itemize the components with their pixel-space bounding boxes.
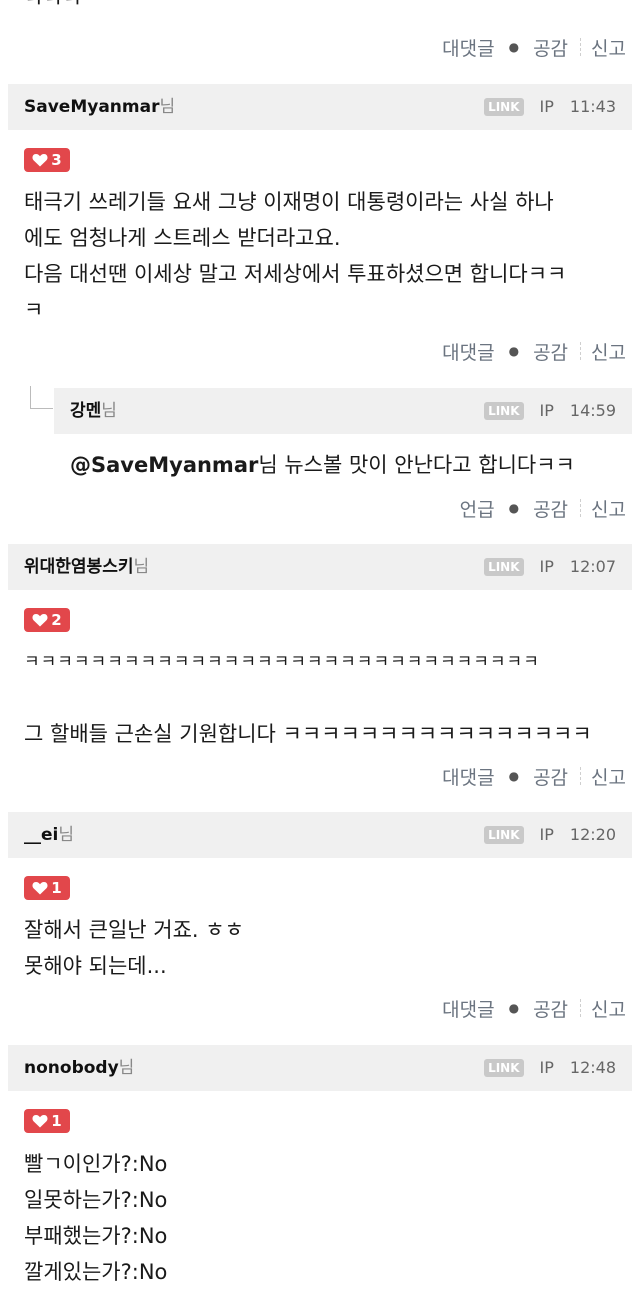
report-button[interactable]: 신고 bbox=[591, 34, 626, 61]
ip-label: IP bbox=[539, 1058, 554, 1077]
like-button[interactable]: 공감 bbox=[533, 338, 568, 365]
comment-text: 에도 엄청나게 스트레스 받더라고요. bbox=[24, 226, 341, 250]
heart-icon bbox=[32, 882, 48, 895]
mention-link[interactable]: @SaveMyanmar bbox=[70, 453, 258, 477]
like-button[interactable]: 공감 bbox=[533, 763, 568, 790]
divider bbox=[580, 999, 582, 1017]
heart-icon bbox=[32, 1115, 48, 1128]
like-button[interactable]: 공감 bbox=[533, 495, 568, 522]
ip-label: IP bbox=[539, 825, 554, 844]
like-count: 3 bbox=[51, 151, 62, 169]
like-count: 2 bbox=[51, 611, 62, 629]
like-badge: 3 bbox=[24, 148, 70, 172]
divider bbox=[580, 38, 582, 56]
timestamp: 11:43 bbox=[569, 97, 616, 116]
comment-header: __ei님 LINK IP 12:20 bbox=[8, 812, 632, 858]
ip-label: IP bbox=[539, 97, 554, 116]
timestamp: 12:20 bbox=[569, 825, 616, 844]
divider bbox=[580, 767, 582, 785]
comment-header: 위대한염봉스키님 LINK IP 12:07 bbox=[8, 544, 632, 590]
comment-actions: 대댓글 ● 공감 신고 bbox=[442, 32, 626, 62]
like-button[interactable]: 공감 bbox=[533, 34, 568, 61]
comment-text: 그 할배들 근손실 기원합니다 ㅋㅋㅋㅋㅋㅋㅋㅋㅋㅋㅋㅋㅋㅋㅋㅋ bbox=[24, 722, 592, 746]
like-badge: 1 bbox=[24, 876, 70, 900]
reply-button[interactable]: 대댓글 bbox=[442, 995, 494, 1022]
like-count: 1 bbox=[51, 879, 62, 897]
link-button[interactable]: LINK bbox=[484, 558, 524, 576]
comment-header: nonobody님 LINK IP 12:48 bbox=[8, 1045, 632, 1091]
comment-text: 부패했는가?:No bbox=[24, 1224, 168, 1248]
comment-text: 일못하는가?:No bbox=[24, 1188, 168, 1212]
comment-meta: LINK IP 12:20 bbox=[484, 812, 616, 858]
report-button[interactable]: 신고 bbox=[591, 338, 626, 365]
comment-author[interactable]: SaveMyanmar님 bbox=[24, 84, 175, 130]
like-button[interactable]: 공감 bbox=[533, 995, 568, 1022]
comment-author[interactable]: 위대한염봉스키님 bbox=[24, 544, 149, 590]
link-button[interactable]: LINK bbox=[484, 98, 524, 116]
report-button[interactable]: 신고 bbox=[591, 495, 626, 522]
reply-button[interactable]: 대댓글 bbox=[442, 763, 494, 790]
comment-text: ㅋㅋㅋㅋㅋㅋㅋㅋㅋㅋㅋㅋㅋㅋㅋㅋㅋㅋㅋㅋㅋㅋㅋㅋㅋㅋㅋㅋㅋㅋㅋ bbox=[24, 652, 540, 672]
timestamp: 14:59 bbox=[569, 401, 616, 420]
comment-text: 못해야 되는데... bbox=[24, 954, 167, 978]
reply-header: 강멘님 LINK IP 14:59 bbox=[54, 388, 632, 434]
comment-author[interactable]: 강멘님 bbox=[70, 388, 117, 434]
reply-button[interactable]: 대댓글 bbox=[442, 338, 494, 365]
comment-text: 빨ㄱ이인가?:No bbox=[24, 1152, 168, 1176]
ip-label: IP bbox=[539, 401, 554, 420]
comment-text: 태극기 쓰레기들 요새 그냥 이재명이 대통령이라는 사실 하나 bbox=[24, 190, 554, 214]
comment-author[interactable]: nonobody님 bbox=[24, 1045, 134, 1091]
mention-button[interactable]: 언급 bbox=[460, 495, 495, 522]
heart-icon bbox=[32, 154, 48, 167]
separator-dot: ● bbox=[508, 40, 520, 54]
link-button[interactable]: LINK bbox=[484, 826, 524, 844]
heart-icon bbox=[32, 614, 48, 627]
like-count: 1 bbox=[51, 1112, 62, 1130]
link-button[interactable]: LINK bbox=[484, 1059, 524, 1077]
report-button[interactable]: 신고 bbox=[591, 995, 626, 1022]
like-badge: 2 bbox=[24, 608, 70, 632]
comment-meta: LINK IP 14:59 bbox=[484, 388, 616, 434]
comment-author[interactable]: __ei님 bbox=[24, 812, 74, 858]
separator-dot: ● bbox=[508, 501, 520, 515]
comment-meta: LINK IP 12:48 bbox=[484, 1045, 616, 1091]
comment-text: 깔게있는가?:No bbox=[24, 1260, 168, 1284]
comment-header: SaveMyanmar님 LINK IP 11:43 bbox=[8, 84, 632, 130]
ip-label: IP bbox=[539, 557, 554, 576]
comment-actions: 대댓글 ● 공감 신고 bbox=[442, 993, 626, 1023]
report-button[interactable]: 신고 bbox=[591, 763, 626, 790]
separator-dot: ● bbox=[508, 1001, 520, 1015]
reply-text: @SaveMyanmar님 뉴스볼 맛이 안난다고 합니다ㅋㅋ bbox=[70, 453, 575, 477]
comment-text: ㅋ bbox=[24, 298, 44, 322]
timestamp: 12:07 bbox=[569, 557, 616, 576]
comment-actions: 대댓글 ● 공감 신고 bbox=[442, 761, 626, 791]
comment-text: ㅋㅋㅋ bbox=[24, 0, 82, 12]
separator-dot: ● bbox=[508, 769, 520, 783]
divider bbox=[580, 342, 582, 360]
comment-meta: LINK IP 12:07 bbox=[484, 544, 616, 590]
divider bbox=[580, 499, 582, 517]
reply-indicator bbox=[30, 386, 53, 409]
comment-text: 다음 대선땐 이세상 말고 저세상에서 투표하셨으면 합니다ㅋㅋ bbox=[24, 262, 567, 286]
comment-actions: 언급 ● 공감 신고 bbox=[460, 493, 626, 523]
comment-meta: LINK IP 11:43 bbox=[484, 84, 616, 130]
link-button[interactable]: LINK bbox=[484, 402, 524, 420]
like-badge: 1 bbox=[24, 1109, 70, 1133]
comment-text: 잘해서 큰일난 거죠. ㅎㅎ bbox=[24, 918, 244, 942]
separator-dot: ● bbox=[508, 344, 520, 358]
comment-actions: 대댓글 ● 공감 신고 bbox=[442, 336, 626, 366]
reply-button[interactable]: 대댓글 bbox=[442, 34, 494, 61]
timestamp: 12:48 bbox=[569, 1058, 616, 1077]
